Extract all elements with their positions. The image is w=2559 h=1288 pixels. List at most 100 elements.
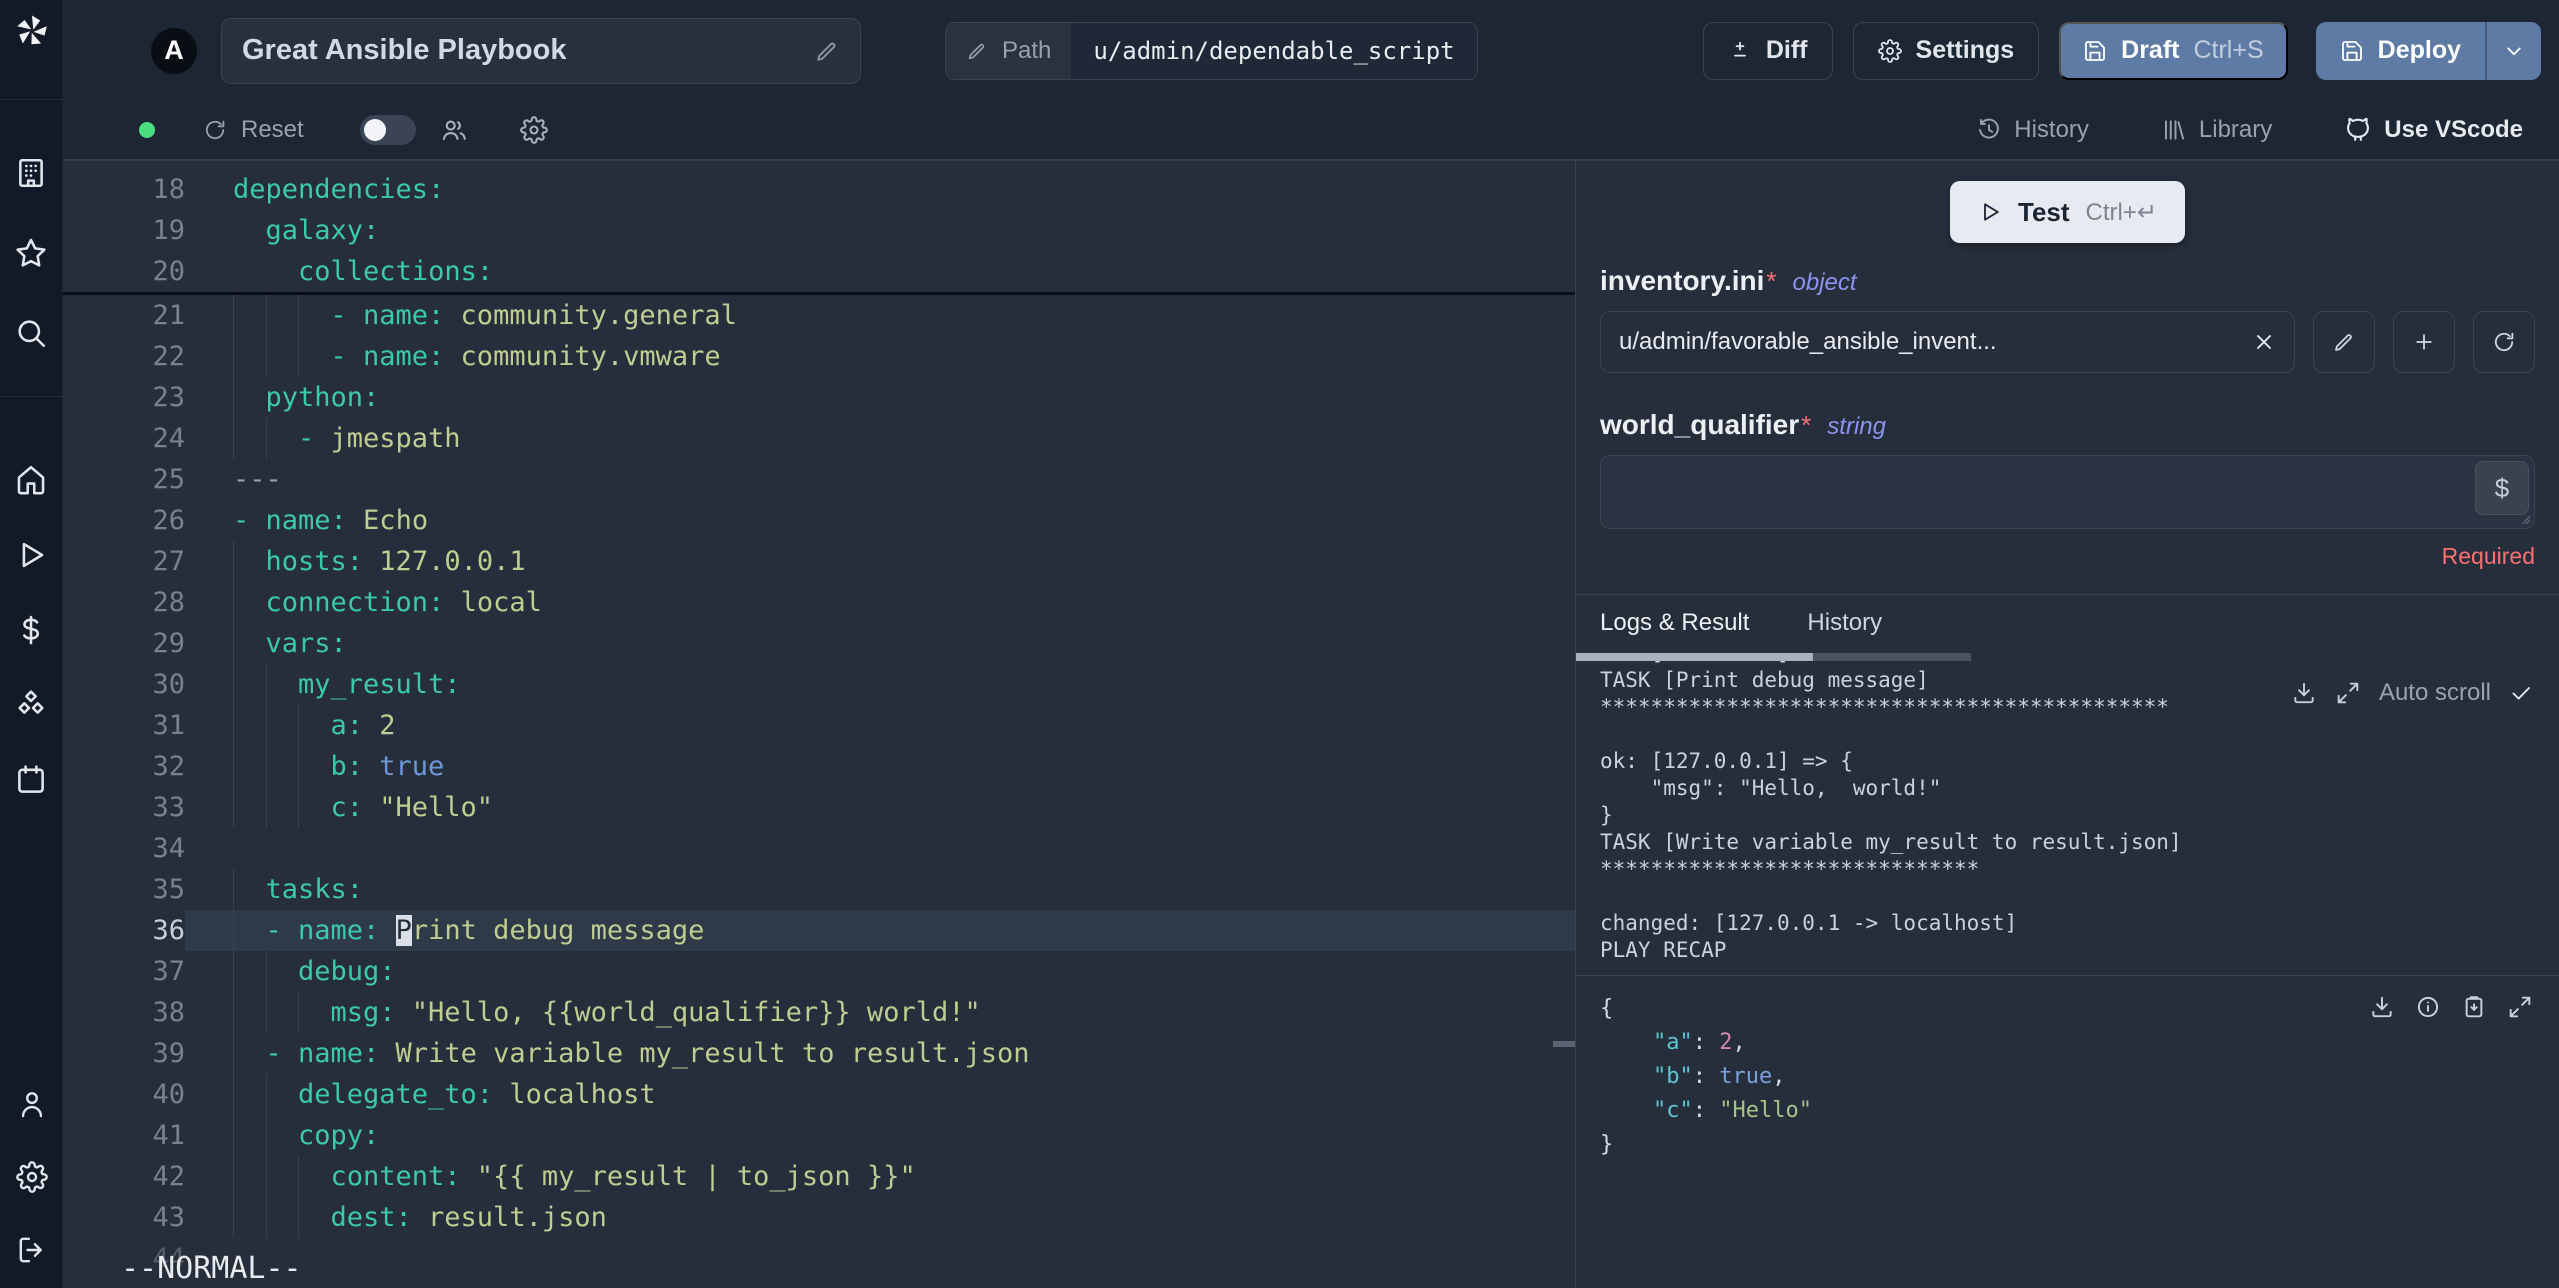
draft-shortcut: Ctrl+S	[2193, 36, 2264, 64]
code-line[interactable]: 22- name: community.vmware	[63, 336, 1575, 377]
code-line[interactable]: 21- name: community.general	[63, 295, 1575, 336]
inventory-field-label: inventory.ini * object	[1600, 265, 2535, 297]
sidebar-group-main	[0, 463, 62, 838]
workspace-avatar[interactable]: A	[151, 27, 197, 74]
path-button[interactable]: Path u/admin/dependable_script	[945, 21, 1478, 80]
workspace-initial: A	[164, 35, 184, 65]
auto-scroll-label: Auto scroll	[2378, 679, 2491, 706]
sidebar-group-bottom	[0, 1088, 63, 1266]
code-line[interactable]: 36- name: Print debug message	[63, 910, 1575, 951]
dollar-icon[interactable]	[14, 613, 48, 647]
copy-clipboard-icon[interactable]	[2461, 994, 2487, 1020]
code-line[interactable]: 39- name: Write variable my_result to re…	[63, 1033, 1575, 1074]
indent-guide	[233, 377, 266, 418]
code-line[interactable]: 30 my_result:	[63, 664, 1575, 705]
settings-label: Settings	[1915, 36, 2015, 64]
play-icon[interactable]	[14, 538, 48, 572]
result-pane[interactable]: { "a": 2, "b": true, "c": "Hello"}	[1576, 975, 2559, 1288]
code-line[interactable]: 31 a: 2	[63, 705, 1575, 746]
draft-label: Draft	[2121, 36, 2180, 64]
code-line-text: debug:	[185, 951, 1575, 992]
resize-handle-icon[interactable]	[2512, 506, 2532, 526]
logout-icon[interactable]	[16, 1234, 48, 1266]
inventory-resource-input[interactable]: u/admin/favorable_ansible_invent...	[1600, 311, 2295, 373]
test-button[interactable]: Test Ctrl+↵	[1950, 181, 2185, 243]
diff-mode-toggle[interactable]	[359, 115, 416, 145]
add-resource-button[interactable]	[2393, 311, 2455, 373]
line-number: 38	[152, 997, 185, 1028]
tab-history[interactable]: History	[1807, 609, 1882, 637]
indent-guide	[265, 992, 299, 1033]
code-line[interactable]: 42 content: "{{ my_result | to_json }}"	[63, 1156, 1575, 1197]
code-line[interactable]: 29 vars:	[63, 623, 1575, 664]
script-title-box[interactable]: Great Ansible Playbook	[221, 17, 861, 84]
refresh-resource-button[interactable]	[2473, 311, 2535, 373]
sidebar-group-top	[0, 156, 62, 396]
code-line[interactable]: 20 collections:	[63, 251, 1575, 292]
library-button[interactable]: Library	[2161, 116, 2272, 144]
code-line[interactable]: 18 dependencies:	[63, 169, 1575, 210]
star-icon[interactable]	[14, 236, 48, 270]
code-line[interactable]: 41 copy:	[63, 1115, 1575, 1156]
info-icon[interactable]	[2415, 994, 2441, 1020]
code-line-text: - name: Print debug message	[185, 910, 1575, 951]
cubes-icon[interactable]	[14, 688, 48, 722]
code-editor[interactable]: 18 dependencies: 19 galaxy: 20 collections:…	[63, 160, 1575, 1288]
editor-scrollbar-marker[interactable]	[1553, 1041, 1575, 1047]
code-line[interactable]: 40 delegate_to: localhost	[63, 1074, 1575, 1115]
code-line[interactable]: 25 ---	[63, 459, 1575, 500]
indent-guide	[298, 787, 331, 828]
app-window: A Great Ansible Playbook Path u/admin/de…	[0, 0, 2559, 1288]
code-line[interactable]: 33 c: "Hello"	[63, 787, 1575, 828]
indent-guide	[233, 992, 266, 1033]
settings-button[interactable]: Settings	[1852, 21, 2040, 80]
tab-logs-and-result[interactable]: Logs & Result	[1600, 609, 1749, 637]
download-logs-icon[interactable]	[2291, 680, 2317, 706]
deploy-dropdown-button[interactable]	[2487, 21, 2541, 80]
users-icon[interactable]	[440, 116, 468, 144]
history-button[interactable]: History	[1976, 116, 2089, 144]
deploy-button[interactable]: Deploy	[2315, 21, 2485, 80]
home-icon[interactable]	[14, 463, 48, 497]
search-icon[interactable]	[14, 316, 48, 350]
code-line[interactable]: 19 galaxy:	[63, 210, 1575, 251]
code-line[interactable]: 26 - name: Echo	[63, 500, 1575, 541]
code-line[interactable]: 43 dest: result.json	[63, 1197, 1575, 1238]
auto-scroll-check-icon[interactable]	[2509, 681, 2533, 705]
indent-guide	[265, 664, 299, 705]
code-line[interactable]: 34	[63, 828, 1575, 869]
download-result-icon[interactable]	[2369, 994, 2395, 1020]
logs-hscrollbar-thumb[interactable]	[1576, 653, 1813, 661]
diff-button[interactable]: Diff	[1702, 21, 1833, 80]
code-line[interactable]: 28 connection: local	[63, 582, 1575, 623]
reset-button[interactable]: Reset	[203, 116, 304, 144]
calendar-icon[interactable]	[14, 763, 48, 797]
windmill-logo-icon[interactable]	[0, 0, 63, 100]
draft-button[interactable]: Draft Ctrl+S	[2059, 21, 2288, 80]
line-number: 27	[152, 546, 185, 577]
line-number: 32	[152, 751, 185, 782]
code-line[interactable]: 23 python:	[63, 377, 1575, 418]
world-qualifier-textarea[interactable]: $	[1600, 455, 2535, 529]
expand-result-icon[interactable]	[2507, 994, 2533, 1020]
logs-pane[interactable]: Auto scroll ok: [127.0.0.1]TASK [Print d…	[1576, 653, 2559, 975]
use-vscode-button[interactable]: Use VScode	[2344, 116, 2523, 144]
line-number: 33	[152, 792, 185, 823]
line-number: 18	[152, 174, 185, 205]
code-line[interactable]: 24- jmespath	[63, 418, 1575, 459]
building-icon[interactable]	[14, 156, 48, 190]
code-line[interactable]: 38 msg: "Hello, {{world_qualifier}} world…	[63, 992, 1575, 1033]
editor-settings-gear-icon[interactable]	[519, 116, 548, 144]
indent-guide	[265, 1115, 299, 1156]
person-icon[interactable]	[16, 1088, 48, 1120]
expand-logs-icon[interactable]	[2335, 680, 2361, 706]
code-line[interactable]: 32 b: true	[63, 746, 1575, 787]
code-line[interactable]: 37 debug:	[63, 951, 1575, 992]
indent-guide	[233, 336, 266, 377]
code-line[interactable]: 27 hosts: 127.0.0.1	[63, 541, 1575, 582]
code-line[interactable]: 35 tasks:	[63, 869, 1575, 910]
edit-title-pencil-icon[interactable]	[814, 38, 840, 64]
edit-resource-button[interactable]	[2313, 311, 2375, 373]
clear-x-icon[interactable]	[2252, 330, 2276, 354]
gear-icon[interactable]	[15, 1161, 48, 1193]
